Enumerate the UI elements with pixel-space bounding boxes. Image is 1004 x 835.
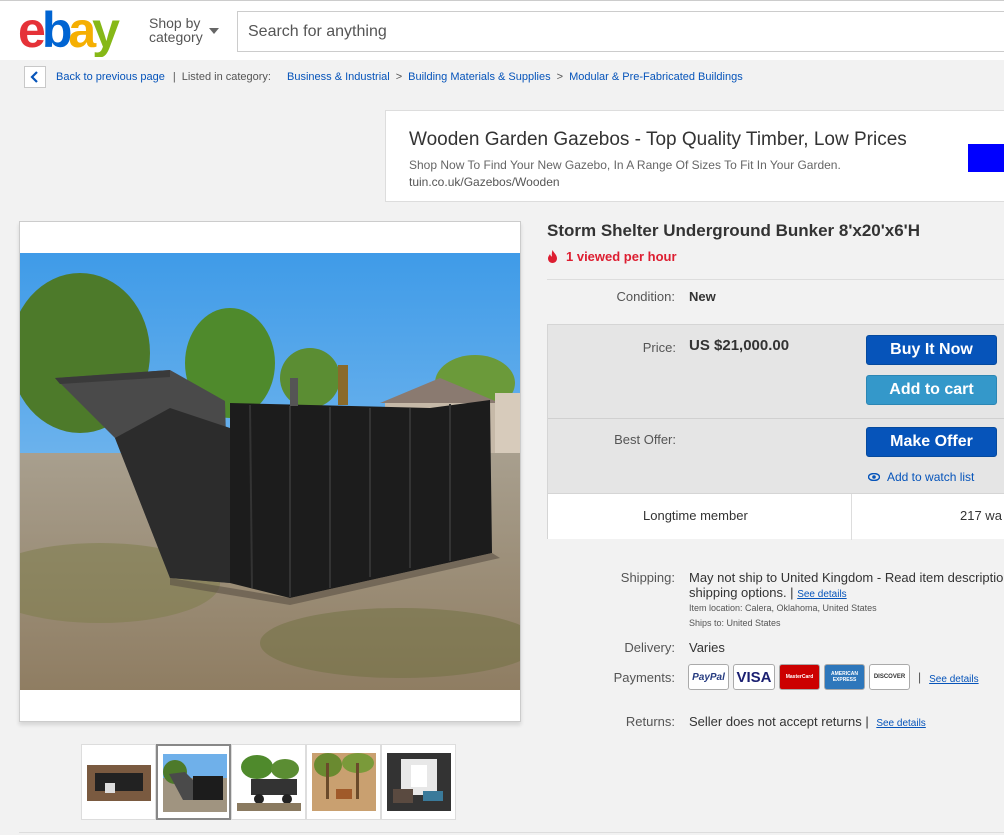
flame-icon: [548, 250, 557, 263]
thumbnail-4[interactable]: [306, 744, 381, 820]
purchase-panel: Price: US $21,000.00 Buy It Now Add to c…: [547, 324, 1004, 540]
shop-by-line1: Shop by: [149, 15, 201, 31]
thumbnail-image: [387, 753, 451, 811]
ad-url[interactable]: tuin.co.uk/Gazebos/Wooden: [409, 175, 560, 189]
ships-to: Ships to: United States: [689, 618, 781, 628]
divider: [19, 832, 1004, 833]
longtime-member-text: Longtime member: [643, 508, 748, 523]
breadcrumb-separator: >: [395, 71, 403, 83]
category-building-materials[interactable]: Building Materials & Supplies: [408, 71, 550, 83]
watchers-count: 217 wa: [960, 508, 1002, 523]
chevron-left-icon: [30, 71, 38, 83]
chevron-down-icon: [209, 28, 219, 34]
shipping-line1: May not ship to United Kingdom - Read it…: [689, 570, 1004, 585]
delivery-value: Varies: [689, 640, 725, 655]
search-input[interactable]: [237, 11, 1004, 52]
category-business-industrial[interactable]: Business & Industrial: [287, 71, 390, 83]
condition-value: New: [689, 289, 716, 304]
payment-methods: PayPal VISA MasterCard AMERICAN EXPRESS …: [688, 664, 979, 690]
listed-in-label: Listed in category:: [181, 71, 271, 83]
svg-text:ebay: ebay: [18, 5, 120, 57]
thumbnail-3[interactable]: [231, 744, 306, 820]
eye-icon: [868, 473, 880, 481]
thumbnail-5[interactable]: [381, 744, 456, 820]
shipping-line2: shipping options. | See details: [689, 585, 847, 600]
ad-description: Shop Now To Find Your New Gazebo, In A R…: [409, 158, 841, 172]
make-offer-button[interactable]: Make Offer: [866, 427, 997, 457]
add-to-cart-button[interactable]: Add to cart: [866, 375, 997, 405]
returns-label: Returns:: [625, 714, 675, 729]
thumbnail-1[interactable]: [81, 744, 156, 820]
visa-icon: VISA: [733, 664, 775, 690]
breadcrumb-separator: >: [556, 71, 564, 83]
payments-label: Payments:: [613, 670, 675, 685]
divider: |: [918, 670, 922, 684]
buy-it-now-button[interactable]: Buy It Now: [866, 335, 997, 365]
returns-text: Seller does not accept returns |: [689, 714, 869, 729]
item-location: Item location: Calera, Oklahoma, United …: [689, 603, 877, 613]
paypal-icon: PayPal: [688, 664, 729, 690]
american-express-icon: AMERICAN EXPRESS: [824, 664, 865, 690]
mastercard-icon: MasterCard: [779, 664, 820, 690]
ad-cta-button[interactable]: [968, 144, 1004, 172]
back-to-previous-link[interactable]: Back to previous page: [56, 71, 165, 83]
returns-see-details-link[interactable]: See details: [876, 718, 925, 729]
discover-icon: DISCOVER: [869, 664, 910, 690]
seller-info-row: Longtime member 217 wa: [548, 493, 1004, 540]
thumbnail-image: [312, 753, 376, 811]
header-bar: ebay Shop by category: [0, 0, 1004, 60]
thumbnail-image: [163, 754, 227, 812]
views-text: 1 viewed per hour: [566, 249, 677, 264]
divider: [851, 494, 852, 540]
thumbnail-strip: [81, 744, 456, 820]
main-image-container[interactable]: [19, 221, 521, 722]
shop-by-line2: category: [149, 29, 203, 45]
ebay-logo[interactable]: ebay: [18, 5, 138, 57]
divider: [547, 279, 1004, 280]
views-indicator: 1 viewed per hour: [547, 249, 677, 264]
main-product-image[interactable]: [20, 253, 520, 690]
price-row: Price: US $21,000.00 Buy It Now Add to c…: [548, 325, 1004, 417]
thumbnail-image: [237, 753, 301, 811]
watch-list-label: Add to watch list: [887, 470, 975, 484]
shipping-options-text: shipping options. |: [689, 585, 794, 600]
ad-title[interactable]: Wooden Garden Gazebos - Top Quality Timb…: [409, 129, 907, 151]
price-value: US $21,000.00: [689, 337, 790, 354]
breadcrumb: Back to previous page | Listed in catego…: [24, 66, 743, 88]
add-to-watch-list-link[interactable]: Add to watch list: [868, 470, 974, 484]
sponsored-ad[interactable]: Wooden Garden Gazebos - Top Quality Timb…: [385, 110, 1004, 202]
shipping-label: Shipping:: [620, 570, 675, 585]
price-label: Price:: [642, 340, 676, 355]
delivery-label: Delivery:: [624, 640, 675, 655]
listing-title: Storm Shelter Underground Bunker 8'x20'x…: [547, 221, 920, 240]
payments-see-details-link[interactable]: See details: [929, 674, 978, 685]
condition-label: Condition:: [616, 289, 675, 304]
divider: |: [172, 71, 176, 83]
best-offer-row: Best Offer: Make Offer Add to watch list: [548, 418, 1004, 493]
thumbnail-2[interactable]: [156, 744, 231, 820]
best-offer-label: Best Offer:: [614, 432, 676, 447]
thumbnail-image: [87, 753, 151, 811]
shop-by-category[interactable]: Shop by category: [149, 15, 219, 45]
back-button[interactable]: [24, 66, 46, 88]
shipping-see-details-link[interactable]: See details: [797, 589, 846, 600]
category-modular-buildings[interactable]: Modular & Pre-Fabricated Buildings: [569, 71, 743, 83]
returns-value: Seller does not accept returns | See det…: [689, 714, 926, 729]
